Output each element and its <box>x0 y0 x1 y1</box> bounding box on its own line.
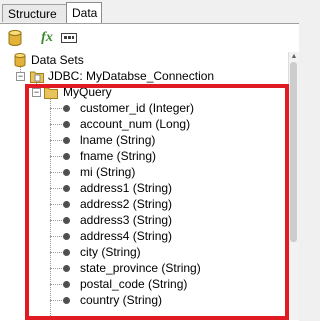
tab-structure[interactable]: Structure <box>2 4 68 22</box>
database-icon <box>8 30 22 46</box>
highlight-annotation <box>25 84 289 320</box>
function-icon: fx <box>41 30 53 45</box>
new-data-source-button[interactable] <box>6 29 24 47</box>
parameter-button[interactable] <box>60 29 78 47</box>
function-button[interactable]: fx <box>38 29 56 47</box>
tab-data[interactable]: Data <box>66 2 102 24</box>
scrollbar-thumb[interactable] <box>290 62 297 242</box>
folder-icon <box>30 71 44 83</box>
tab-bar: Structure Data <box>0 0 299 24</box>
toolbar: fx <box>0 24 299 52</box>
expand-toggle[interactable]: − <box>16 72 25 81</box>
scroll-up-icon[interactable]: ▲ <box>289 52 299 62</box>
parameter-icon <box>61 33 77 43</box>
vertical-scrollbar[interactable]: ▲ <box>288 52 299 320</box>
tab-structure-label: Structure <box>8 7 57 21</box>
tree-node-label: Data Sets <box>31 53 84 67</box>
tab-data-label: Data <box>72 6 98 20</box>
tree-node-label: JDBC: MyDatabse_Connection <box>48 69 215 83</box>
database-icon <box>14 53 26 67</box>
